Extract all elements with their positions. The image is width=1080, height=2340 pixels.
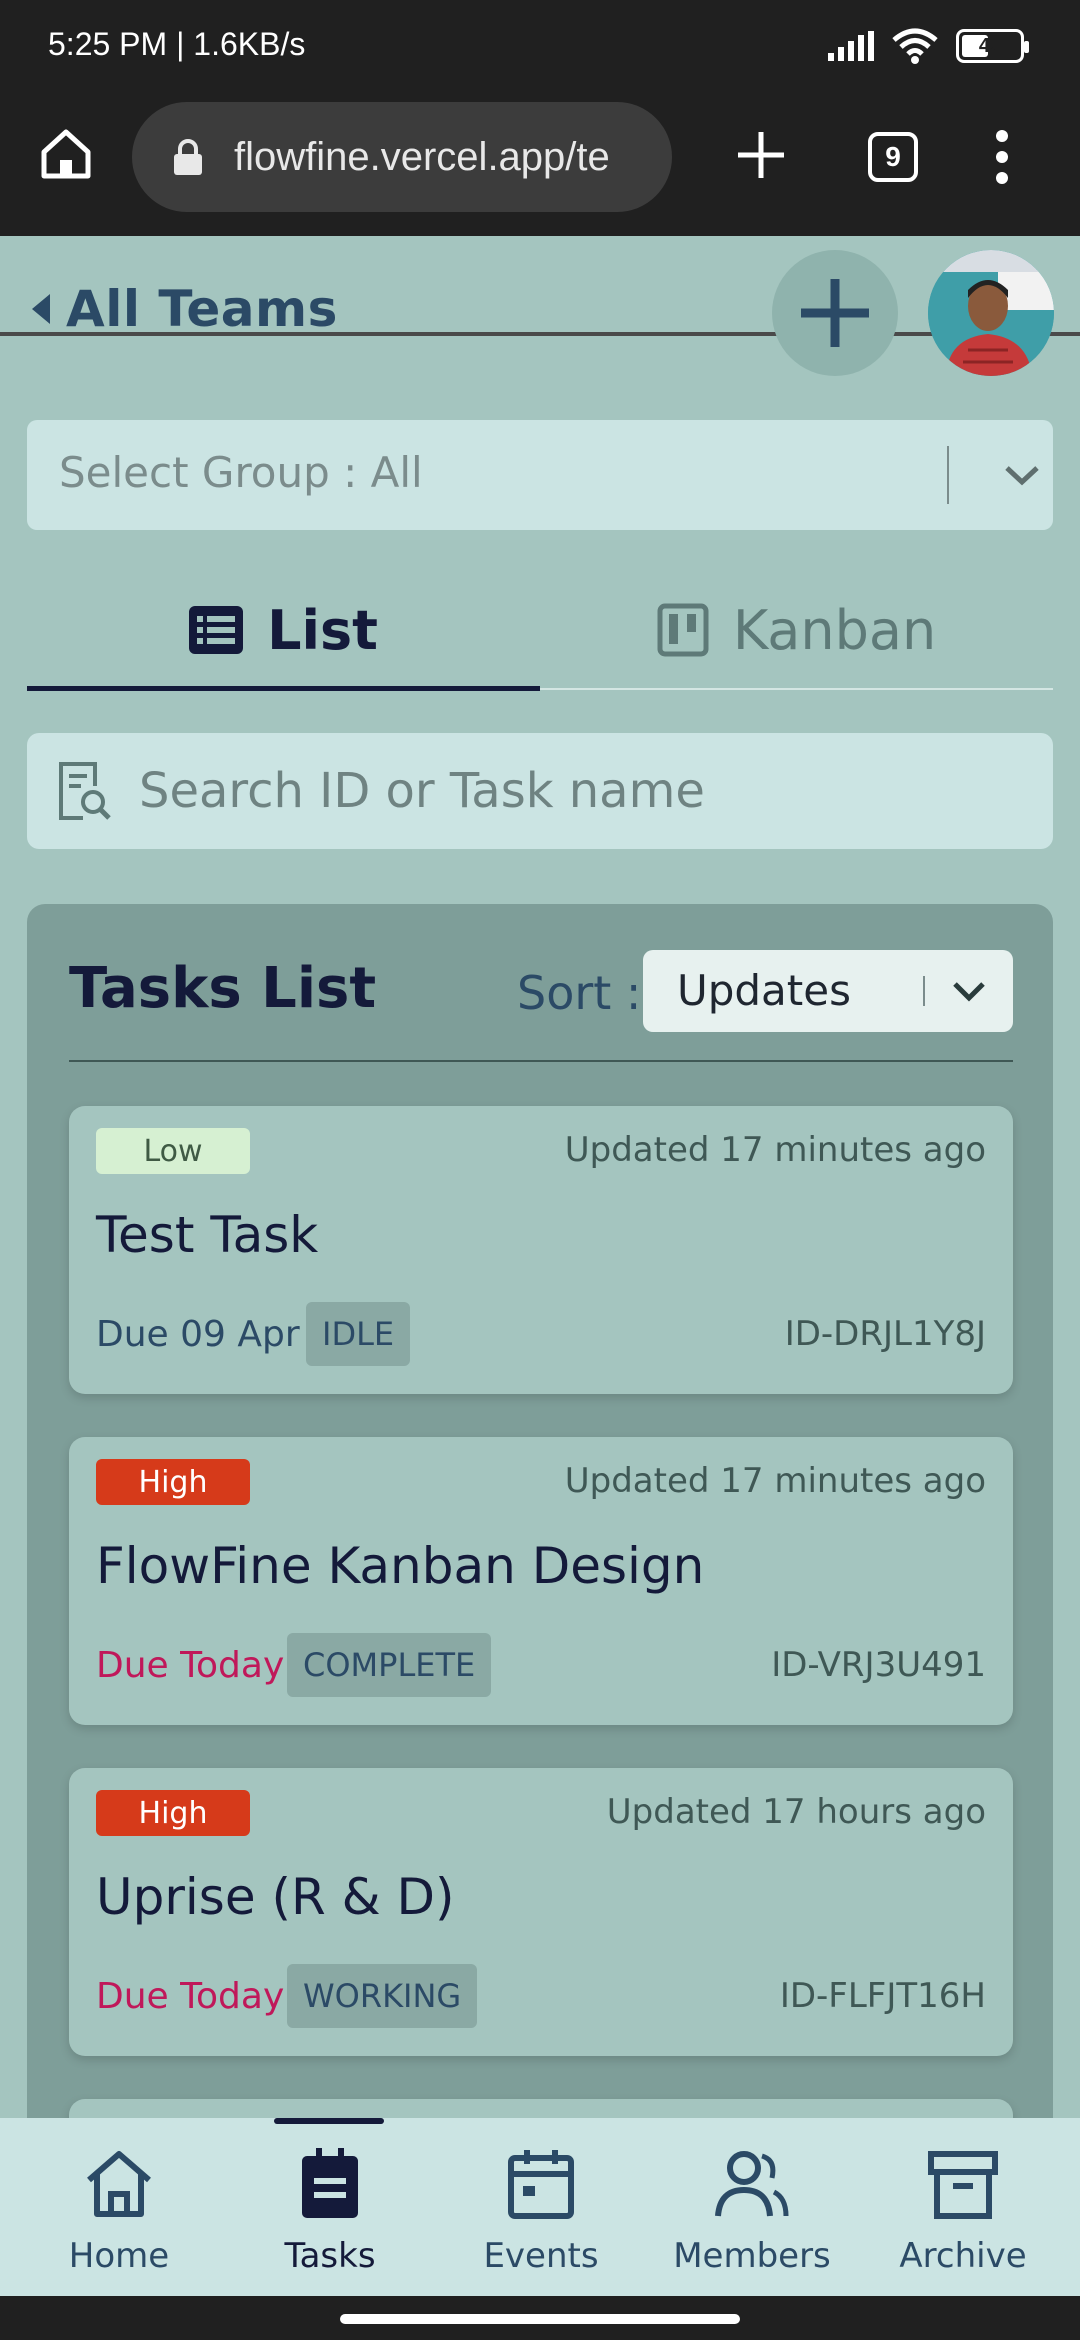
priority-badge: High: [96, 1459, 250, 1505]
status-time: 5:25 PM | 1.6KB/s: [48, 26, 306, 62]
chevron-down-icon: [953, 982, 985, 1002]
avatar-image: [928, 250, 1054, 376]
browser-toolbar: flowfine.vercel.app/te 9: [0, 100, 1080, 336]
url-text: flowfine.vercel.app/te: [234, 134, 610, 179]
updated-time: Updated 17 minutes ago: [564, 1130, 986, 1170]
active-nav-indicator: [274, 2118, 384, 2124]
new-tab-icon[interactable]: [732, 126, 790, 184]
updated-time: Updated 17 hours ago: [606, 1792, 986, 1832]
task-id: ID-FLFJT16H: [779, 1976, 986, 2016]
archive-icon: [928, 2151, 998, 2219]
add-button[interactable]: [772, 250, 898, 376]
sort-select-value: Updates: [677, 966, 851, 1015]
more-menu-icon[interactable]: [990, 128, 1014, 186]
plus-icon: [801, 279, 869, 347]
battery-level: 42: [978, 34, 1002, 57]
kanban-icon: [657, 603, 709, 657]
divider: [923, 976, 925, 1006]
task-title: FlowFine Kanban Design: [96, 1537, 705, 1595]
calendar-icon: [508, 2150, 574, 2219]
caret-left-icon: [32, 294, 50, 324]
home-gesture-bar[interactable]: [340, 2314, 740, 2324]
search-input[interactable]: [139, 763, 1019, 819]
status-bar: 5:25 PM | 1.6KB/s 42: [0, 0, 1080, 100]
status-badge: WORKING: [287, 1964, 478, 2028]
group-select[interactable]: Select Group : All: [27, 420, 1053, 530]
sort-label: Sort :: [517, 966, 642, 1020]
task-id: ID-DRJL1Y8J: [784, 1314, 986, 1354]
chevron-down-icon: [1005, 466, 1039, 486]
task-title: Test Task: [96, 1206, 319, 1264]
tab-list-label: List: [267, 598, 378, 662]
tab-kanban-label: Kanban: [732, 598, 937, 662]
lock-icon: [174, 139, 202, 175]
due-date: Due 09 Apr: [96, 1314, 300, 1355]
nav-events-label: Events: [483, 2236, 599, 2276]
nav-home-label: Home: [68, 2236, 170, 2276]
list-icon: [189, 606, 244, 654]
search-icon: [59, 762, 111, 820]
task-title: Uprise (R & D): [96, 1868, 455, 1926]
divider: [947, 446, 949, 504]
task-card[interactable]: High Updated 17 minutes ago FlowFine Kan…: [69, 1437, 1013, 1725]
tab-kanban[interactable]: Kanban: [540, 568, 1053, 692]
group-select-value: Select Group : All: [59, 448, 423, 497]
due-date: Due Today: [96, 1976, 285, 2017]
nav-tasks[interactable]: Tasks: [222, 2146, 438, 2286]
nav-archive[interactable]: Archive: [855, 2146, 1071, 2286]
active-tab-indicator: [27, 686, 540, 691]
nav-home[interactable]: Home: [11, 2146, 227, 2286]
view-tabs: List Kanban: [27, 568, 1053, 692]
tab-list[interactable]: List: [27, 568, 540, 692]
nav-members[interactable]: Members: [644, 2146, 860, 2286]
home-icon: [87, 2151, 151, 2217]
panel-title: Tasks List: [69, 956, 377, 1021]
address-bar[interactable]: flowfine.vercel.app/te: [132, 102, 672, 212]
task-id: ID-VRJ3U491: [771, 1645, 986, 1685]
browser-home-icon[interactable]: [36, 124, 96, 184]
wifi-icon: [892, 28, 938, 64]
members-icon: [715, 2151, 789, 2217]
nav-tasks-label: Tasks: [284, 2236, 376, 2276]
search-box: [27, 733, 1053, 849]
sort-select[interactable]: Updates: [643, 950, 1013, 1032]
priority-badge: Low: [96, 1128, 250, 1174]
divider: [69, 1060, 1013, 1062]
nav-archive-label: Archive: [899, 2236, 1027, 2276]
priority-badge: High: [96, 1790, 250, 1836]
nav-events[interactable]: Events: [433, 2146, 649, 2286]
task-card[interactable]: High Updated 17 hours ago Uprise (R & D)…: [69, 1768, 1013, 2056]
tab-switcher-button[interactable]: 9: [868, 132, 918, 182]
task-card[interactable]: Low Updated 17 minutes ago Test Task Due…: [69, 1106, 1013, 1394]
back-label: All Teams: [66, 280, 338, 338]
signal-icon: [828, 31, 874, 61]
clipboard-icon: [302, 2148, 358, 2218]
battery-icon: 42: [956, 29, 1029, 63]
system-navigation-bar: [0, 2296, 1080, 2340]
due-date: Due Today: [96, 1645, 285, 1686]
back-to-teams-link[interactable]: All Teams: [30, 280, 338, 338]
avatar[interactable]: [928, 250, 1054, 376]
bottom-nav: Home Tasks Events Members Archive: [0, 2118, 1080, 2296]
status-badge: IDLE: [306, 1302, 411, 1366]
updated-time: Updated 17 minutes ago: [564, 1461, 986, 1501]
status-icons: 42: [828, 28, 1029, 64]
status-badge: COMPLETE: [287, 1633, 492, 1697]
tasks-panel: Tasks List Sort : Updates Low Updated 17…: [27, 904, 1053, 2340]
nav-members-label: Members: [673, 2236, 831, 2276]
